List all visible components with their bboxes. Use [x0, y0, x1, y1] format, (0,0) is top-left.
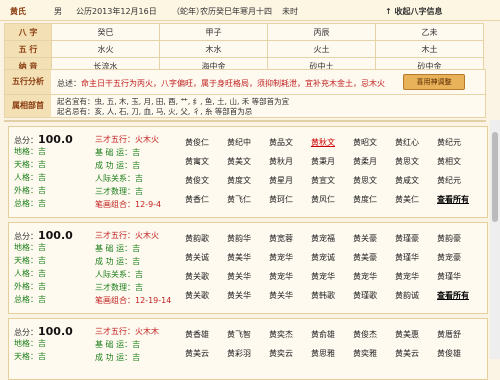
surname-label: 黄氏 [10, 7, 26, 16]
grid-item: 天格：吉 [14, 160, 46, 169]
score-label: 总分： [14, 232, 38, 241]
bazi-table: 八 字 癸巳 甲子 丙辰 乙未 五 行 水火 木水 火土 木土 纳 音 长流水 … [4, 23, 484, 75]
name-link[interactable]: 黄俊雄 [437, 348, 487, 359]
sancai-item: 三才五行：火木火 [95, 135, 159, 144]
sancai-item: 基 础 运：吉 [95, 244, 141, 253]
sancai-item: 三才数理：吉 [95, 283, 143, 292]
gender-text: 男 [54, 7, 62, 16]
grid-item: 人格：吉 [14, 173, 46, 182]
name-link[interactable]: 黄厝舒 [437, 329, 487, 340]
radical-bad: 起名忌有：亥, 人, 石, 刀, 血, 马, 火, 父, 彳, 糸 等部首为忌 [57, 106, 252, 117]
sancai-item: 人际关系：吉 [95, 174, 143, 183]
bazi-cell: 木水 [159, 40, 268, 58]
radical-label: 属相部首 [5, 95, 51, 117]
sancai-item: 三才五行：火木火 [95, 231, 159, 240]
sancai-item: 基 础 运：吉 [95, 148, 141, 157]
sancai-item: 笔画组合：12-19-14 [95, 296, 172, 305]
sancai-item: 三才数理：吉 [95, 187, 143, 196]
sancai-item: 三才五行：火木木 [95, 327, 159, 336]
sancai-item: 笔画组合：12-9-4 [95, 200, 162, 209]
sancai-item: 人际关系：吉 [95, 270, 143, 279]
bazi-cell: 丙辰 [267, 23, 376, 41]
sancai-item: 成 功 运：吉 [95, 353, 141, 362]
lunar-date: 农历癸巳年寒月十四 [200, 7, 272, 16]
score-label: 总分： [14, 136, 38, 145]
name-card: 总分：100.0 地格：吉 天格：吉 人格：吉 外格：吉 总格：吉 三才五行：火… [8, 222, 488, 314]
name-link[interactable]: 黄宠豪 [437, 252, 487, 263]
sancai-item: 成 功 运：吉 [95, 161, 141, 170]
name-link[interactable]: 黄相文 [437, 156, 487, 167]
solar-date: 公历2013年12月16日 [76, 7, 157, 16]
bazi-cell: 甲子 [159, 23, 268, 41]
sancai-item: 基 础 运：吉 [95, 340, 141, 349]
grid-item: 总格：吉 [14, 295, 46, 304]
name-link[interactable]: 黄纪元 [437, 175, 487, 186]
row-label: 八 字 [4, 23, 52, 41]
radical-section: 属相部首 起名宜有：虫, 五, 木, 玉, 月, 田, 酉, 艹, 纟, 鱼, … [4, 94, 486, 118]
score-label: 总分： [14, 328, 38, 337]
sancai-item: 成 功 运：吉 [95, 257, 141, 266]
name-link[interactable]: 黄韵豪 [437, 233, 487, 244]
grid-list: 地格：吉 天格：吉 [14, 337, 46, 363]
view-all-link[interactable]: 查看所有 [437, 194, 487, 205]
divider [4, 120, 486, 122]
grid-list: 地格：吉 天格：吉 人格：吉 外格：吉 总格：吉 [14, 145, 46, 210]
analysis-text: 命主日干五行为丙火，八字偏旺，属于身旺格局，须抑制耗泄，宜补充木金土，忌木火 [81, 79, 385, 88]
grid-item: 地格：吉 [14, 147, 46, 156]
bazi-cell: 水火 [51, 40, 160, 58]
bazi-cell: 木土 [375, 40, 484, 58]
sancai-list: 三才五行：火木火 基 础 运：吉 成 功 运：吉 人际关系：吉 三才数理：吉 笔… [95, 133, 161, 211]
grid-list: 地格：吉 天格：吉 人格：吉 外格：吉 总格：吉 [14, 241, 46, 306]
row-label: 五 行 [4, 40, 52, 58]
header-bar: 黄氏 男 公历2013年12月16日 （蛇年） 农历癸巳年寒月十四 未时 ↑ 收… [0, 0, 500, 21]
sancai-list: 三才五行：火木火 基 础 运：吉 成 功 运：吉 人际关系：吉 三才数理：吉 笔… [95, 229, 171, 307]
radical-bad-text: 亥, 人, 石, 刀, 血, 马, 火, 父, 彳, 糸 等部首为忌 [94, 107, 253, 116]
name-card: 总分：100.0 地格：吉 天格：吉 人格：吉 外格：吉 总格：吉 三才五行：火… [8, 126, 488, 218]
bazi-cell: 火土 [267, 40, 376, 58]
name-card: 总分：100.0 地格：吉 天格：吉 三才五行：火木木 基 础 运：吉 成 功 … [8, 318, 488, 380]
adjust-xiyongshen-button[interactable]: 喜用神调整 [403, 74, 465, 90]
bazi-cell: 乙未 [375, 23, 484, 41]
name-link[interactable]: 黄纪元 [437, 137, 487, 148]
grid-item: 外格：吉 [14, 186, 46, 195]
bazi-row: 五 行 水火 木水 火土 木土 [4, 40, 484, 58]
analysis-label: 五行分析 [5, 70, 51, 94]
scrollbar-thumb[interactable] [492, 132, 498, 222]
grid-item: 总格：吉 [14, 199, 46, 208]
grid-item: 地格：吉 [14, 243, 46, 252]
grid-item: 地格：吉 [14, 339, 46, 348]
scrollbar[interactable] [490, 120, 500, 359]
analysis-prefix: 总述： [57, 79, 81, 88]
grid-item: 天格：吉 [14, 352, 46, 361]
radical-bad-prefix: 起名忌有： [57, 107, 95, 116]
bazi-cell: 癸巳 [51, 23, 160, 41]
radical-good-prefix: 起名宜有： [57, 97, 95, 106]
sancai-list: 三才五行：火木木 基 础 运：吉 成 功 运：吉 [95, 325, 159, 364]
hour-text: 未时 [282, 7, 298, 16]
analysis-text-wrap: 总述：命主日干五行为丙火，八字偏旺，属于身旺格局，须抑制耗泄，宜补充木金土，忌木… [57, 78, 385, 89]
radical-good-text: 虫, 五, 木, 玉, 月, 田, 酉, 艹, 纟, 鱼, 土, 山, 禾 等部… [94, 97, 290, 106]
grid-item: 天格：吉 [14, 256, 46, 265]
bazi-row: 八 字 癸巳 甲子 丙辰 乙未 [4, 23, 484, 41]
grid-item: 人格：吉 [14, 269, 46, 278]
wuxing-analysis: 五行分析 总述：命主日干五行为丙火，八字偏旺，属于身旺格局，须抑制耗泄，宜补充木… [4, 69, 486, 95]
name-link[interactable]: 黄瑾华 [437, 271, 487, 282]
view-all-link[interactable]: 查看所有 [437, 290, 487, 301]
collapse-bazi-link[interactable]: ↑ 收起八字信息 [385, 6, 443, 17]
grid-item: 外格：吉 [14, 282, 46, 291]
